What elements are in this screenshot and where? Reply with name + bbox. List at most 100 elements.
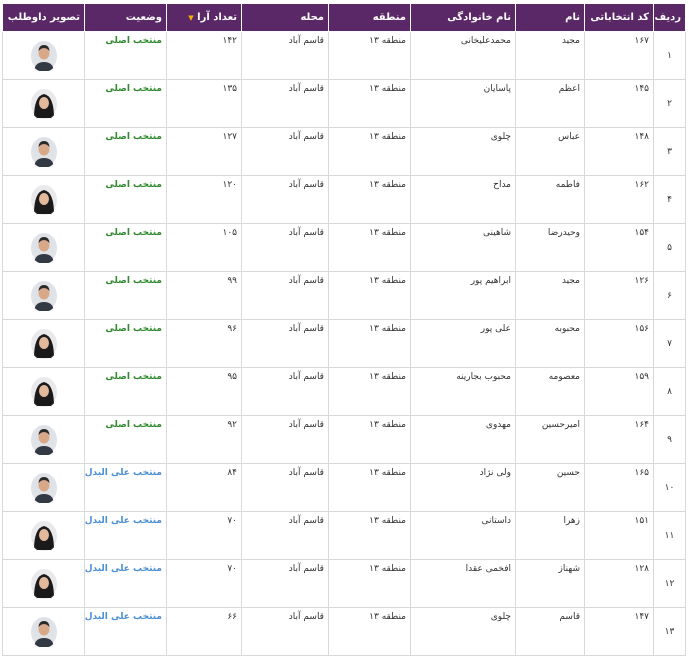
cell-index: ۱۱ <box>653 511 686 560</box>
cell-index: ۲ <box>653 79 686 128</box>
cell-index: ۱ <box>653 31 686 80</box>
cell-photo <box>2 319 85 368</box>
cell-neighborhood: قاسم آباد <box>241 175 329 224</box>
candidate-photo[interactable] <box>30 376 58 407</box>
cell-first-name: زهرا <box>515 511 585 560</box>
cell-photo <box>2 367 85 416</box>
cell-votes: ۶۶ <box>166 607 242 656</box>
cell-index: ۴ <box>653 175 686 224</box>
candidate-photo[interactable] <box>30 520 58 551</box>
cell-status: منتخب اصلی <box>84 31 167 80</box>
sort-down-icon[interactable]: ▼ <box>188 14 193 22</box>
header-region[interactable]: منطقه <box>328 3 411 32</box>
cell-photo <box>2 415 85 464</box>
header-code[interactable]: کد انتخاباتی <box>584 3 654 32</box>
cell-region: منطقه ۱۳ <box>328 127 411 176</box>
results-table: ردیف کد انتخاباتی نام نام خانوادگی منطقه… <box>2 3 686 656</box>
header-status[interactable]: وضعیت <box>84 3 167 32</box>
candidate-photo[interactable] <box>30 616 58 647</box>
table-row: ۱۲ ۱۲۸ شهناز افخمی عقدا منطقه ۱۳ قاسم آباد ۷۰ م… <box>2 559 686 608</box>
cell-last-name: داستانی <box>410 511 516 560</box>
cell-status: منتخب اصلی <box>84 223 167 272</box>
status-badge: منتخب علی البدل <box>84 612 163 622</box>
cell-code: ۱۲۸ <box>584 559 654 608</box>
cell-last-name: چلوی <box>410 607 516 656</box>
cell-votes: ۱۲۰ <box>166 175 242 224</box>
cell-code: ۱۵۴ <box>584 223 654 272</box>
candidate-photo[interactable] <box>30 88 58 119</box>
table-row: ۶ ۱۲۶ مجید ابراهیم پور منطقه ۱۳ قاسم آباد ۹۹ من… <box>2 271 686 320</box>
cell-neighborhood: قاسم آباد <box>241 31 329 80</box>
cell-code: ۱۴۸ <box>584 127 654 176</box>
cell-status: منتخب اصلی <box>84 271 167 320</box>
header-photo[interactable]: تصویر داوطلب <box>2 3 85 32</box>
status-badge: منتخب علی البدل <box>84 468 163 478</box>
cell-index: ۵ <box>653 223 686 272</box>
cell-photo <box>2 127 85 176</box>
cell-photo <box>2 559 85 608</box>
candidate-photo[interactable] <box>30 280 58 311</box>
cell-last-name: چلوی <box>410 127 516 176</box>
cell-photo <box>2 175 85 224</box>
cell-votes: ۹۵ <box>166 367 242 416</box>
header-neighborhood[interactable]: محله <box>241 3 329 32</box>
cell-neighborhood: قاسم آباد <box>241 79 329 128</box>
cell-status: منتخب علی البدل <box>84 511 167 560</box>
table-row: ۱۱ ۱۵۱ زهرا داستانی منطقه ۱۳ قاسم آباد ۷۰ منتخب… <box>2 511 686 560</box>
cell-status: منتخب اصلی <box>84 415 167 464</box>
candidate-photo[interactable] <box>30 472 58 503</box>
cell-neighborhood: قاسم آباد <box>241 463 329 512</box>
cell-status: منتخب علی البدل <box>84 607 167 656</box>
candidate-photo[interactable] <box>30 184 58 215</box>
cell-status: منتخب علی البدل <box>84 559 167 608</box>
candidate-photo[interactable] <box>30 568 58 599</box>
cell-neighborhood: قاسم آباد <box>241 415 329 464</box>
status-badge: منتخب اصلی <box>105 36 162 46</box>
candidate-photo[interactable] <box>30 40 58 71</box>
cell-status: منتخب اصلی <box>84 127 167 176</box>
candidate-photo[interactable] <box>30 232 58 263</box>
cell-photo <box>2 271 85 320</box>
status-badge: منتخب اصلی <box>105 132 162 142</box>
cell-first-name: امیرحسین <box>515 415 585 464</box>
table-row: ۸ ۱۵۹ معصومه محبوب بجارینه منطقه ۱۳ قاسم آباد… <box>2 367 686 416</box>
cell-code: ۱۶۷ <box>584 31 654 80</box>
header-first-name[interactable]: نام <box>515 3 585 32</box>
cell-region: منطقه ۱۳ <box>328 31 411 80</box>
cell-index: ۱۳ <box>653 607 686 656</box>
cell-region: منطقه ۱۳ <box>328 223 411 272</box>
candidate-photo[interactable] <box>30 136 58 167</box>
candidate-photo[interactable] <box>30 424 58 455</box>
cell-neighborhood: قاسم آباد <box>241 223 329 272</box>
cell-region: منطقه ۱۳ <box>328 559 411 608</box>
cell-index: ۹ <box>653 415 686 464</box>
table-row: ۷ ۱۵۶ محبوبه علی پور منطقه ۱۳ قاسم آباد ۹۶ منتخ… <box>2 319 686 368</box>
cell-votes: ۱۳۵ <box>166 79 242 128</box>
status-badge: منتخب اصلی <box>105 420 162 430</box>
cell-last-name: شاهینی <box>410 223 516 272</box>
cell-region: منطقه ۱۳ <box>328 415 411 464</box>
cell-code: ۱۶۲ <box>584 175 654 224</box>
cell-neighborhood: قاسم آباد <box>241 319 329 368</box>
cell-first-name: اعظم <box>515 79 585 128</box>
header-index[interactable]: ردیف <box>653 3 686 32</box>
candidate-photo[interactable] <box>30 328 58 359</box>
table-row: ۳ ۱۴۸ عباس چلوی منطقه ۱۳ قاسم آباد ۱۲۷ منتخب اص… <box>2 127 686 176</box>
cell-votes: ۱۰۵ <box>166 223 242 272</box>
header-votes-label: تعداد آرا <box>197 12 237 23</box>
cell-region: منطقه ۱۳ <box>328 319 411 368</box>
cell-region: منطقه ۱۳ <box>328 511 411 560</box>
cell-code: ۱۵۱ <box>584 511 654 560</box>
cell-first-name: حسین <box>515 463 585 512</box>
header-row: ردیف کد انتخاباتی نام نام خانوادگی منطقه… <box>2 3 686 32</box>
cell-region: منطقه ۱۳ <box>328 607 411 656</box>
cell-region: منطقه ۱۳ <box>328 367 411 416</box>
cell-last-name: محمدعلیخانی <box>410 31 516 80</box>
cell-photo <box>2 79 85 128</box>
table-row: ۱ ۱۶۷ مجید محمدعلیخانی منطقه ۱۳ قاسم آباد ۱۴۲ م… <box>2 31 686 80</box>
header-votes[interactable]: تعداد آرا ▼ <box>166 3 242 32</box>
status-badge: منتخب اصلی <box>105 228 162 238</box>
table-row: ۵ ۱۵۴ وحیدرضا شاهینی منطقه ۱۳ قاسم آباد ۱۰۵ منت… <box>2 223 686 272</box>
cell-first-name: عباس <box>515 127 585 176</box>
header-last-name[interactable]: نام خانوادگی <box>410 3 516 32</box>
